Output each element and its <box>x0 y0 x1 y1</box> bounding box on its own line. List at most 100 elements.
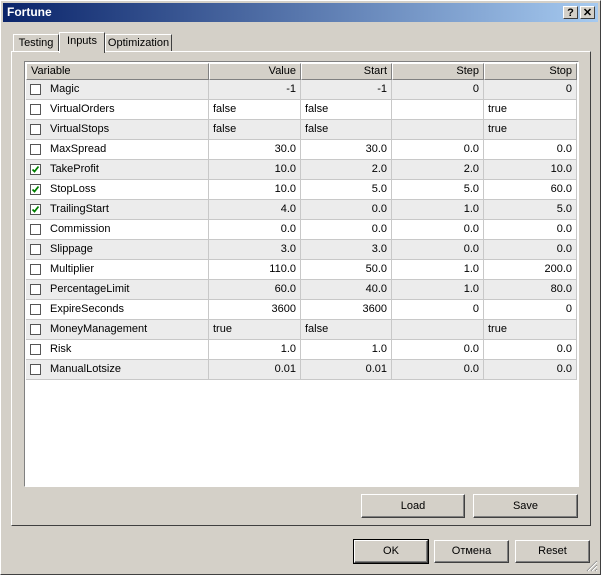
table-row[interactable]: TrailingStart 4.0 0.0 1.0 5.0 <box>26 200 577 220</box>
stop-cell[interactable]: 0.0 <box>484 140 577 160</box>
row-checkbox[interactable] <box>30 264 41 275</box>
value-cell[interactable]: true <box>209 320 301 340</box>
cancel-button[interactable]: Отмена <box>434 540 509 563</box>
table-row[interactable]: VirtualOrders false false true <box>26 100 577 120</box>
step-cell[interactable] <box>392 100 484 120</box>
step-cell[interactable]: 1.0 <box>392 200 484 220</box>
step-cell[interactable]: 5.0 <box>392 180 484 200</box>
step-cell[interactable] <box>392 120 484 140</box>
variable-cell[interactable]: Slippage <box>26 240 209 260</box>
variable-cell[interactable]: Commission <box>26 220 209 240</box>
step-cell[interactable]: 0.0 <box>392 240 484 260</box>
table-row[interactable]: MoneyManagement true false true <box>26 320 577 340</box>
value-cell[interactable]: -1 <box>209 80 301 100</box>
header-step[interactable]: Step <box>392 63 484 80</box>
value-cell[interactable]: 60.0 <box>209 280 301 300</box>
step-cell[interactable]: 1.0 <box>392 280 484 300</box>
row-checkbox[interactable] <box>30 184 41 195</box>
step-cell[interactable]: 2.0 <box>392 160 484 180</box>
table-row[interactable]: Risk 1.0 1.0 0.0 0.0 <box>26 340 577 360</box>
stop-cell[interactable]: true <box>484 320 577 340</box>
step-cell[interactable] <box>392 320 484 340</box>
start-cell[interactable]: 40.0 <box>301 280 392 300</box>
table-row[interactable]: PercentageLimit 60.0 40.0 1.0 80.0 <box>26 280 577 300</box>
reset-button[interactable]: Reset <box>515 540 590 563</box>
step-cell[interactable]: 0.0 <box>392 340 484 360</box>
table-row[interactable]: MaxSpread 30.0 30.0 0.0 0.0 <box>26 140 577 160</box>
value-cell[interactable]: 0.0 <box>209 220 301 240</box>
start-cell[interactable]: false <box>301 100 392 120</box>
start-cell[interactable]: 50.0 <box>301 260 392 280</box>
start-cell[interactable]: 5.0 <box>301 180 392 200</box>
variable-cell[interactable]: Risk <box>26 340 209 360</box>
save-button[interactable]: Save <box>473 494 578 518</box>
stop-cell[interactable]: 0.0 <box>484 360 577 380</box>
row-checkbox[interactable] <box>30 284 41 295</box>
stop-cell[interactable]: 200.0 <box>484 260 577 280</box>
stop-cell[interactable]: 60.0 <box>484 180 577 200</box>
row-checkbox[interactable] <box>30 364 41 375</box>
start-cell[interactable]: -1 <box>301 80 392 100</box>
variable-cell[interactable]: MoneyManagement <box>26 320 209 340</box>
table-row[interactable]: Magic -1 -1 0 0 <box>26 80 577 100</box>
stop-cell[interactable]: 5.0 <box>484 200 577 220</box>
table-row[interactable]: StopLoss 10.0 5.0 5.0 60.0 <box>26 180 577 200</box>
step-cell[interactable]: 0 <box>392 80 484 100</box>
resize-grip-icon[interactable] <box>586 560 598 572</box>
stop-cell[interactable]: 80.0 <box>484 280 577 300</box>
inputs-table[interactable]: Variable Value Start Step Stop Magic -1 -1… <box>24 61 579 487</box>
variable-cell[interactable]: Multiplier <box>26 260 209 280</box>
load-button[interactable]: Load <box>361 494 465 518</box>
start-cell[interactable]: 0.0 <box>301 200 392 220</box>
value-cell[interactable]: 10.0 <box>209 180 301 200</box>
tab-optimization[interactable]: Optimization <box>105 34 172 51</box>
start-cell[interactable]: false <box>301 120 392 140</box>
variable-cell[interactable]: PercentageLimit <box>26 280 209 300</box>
table-row[interactable]: Commission 0.0 0.0 0.0 0.0 <box>26 220 577 240</box>
value-cell[interactable]: 1.0 <box>209 340 301 360</box>
variable-cell[interactable]: VirtualOrders <box>26 100 209 120</box>
stop-cell[interactable]: 10.0 <box>484 160 577 180</box>
value-cell[interactable]: false <box>209 120 301 140</box>
step-cell[interactable]: 0 <box>392 300 484 320</box>
value-cell[interactable]: 0.01 <box>209 360 301 380</box>
row-checkbox[interactable] <box>30 324 41 335</box>
row-checkbox[interactable] <box>30 124 41 135</box>
stop-cell[interactable]: 0.0 <box>484 340 577 360</box>
variable-cell[interactable]: Magic <box>26 80 209 100</box>
table-row[interactable]: ExpireSeconds 3600 3600 0 0 <box>26 300 577 320</box>
row-checkbox[interactable] <box>30 204 41 215</box>
step-cell[interactable]: 0.0 <box>392 140 484 160</box>
header-variable[interactable]: Variable <box>26 63 209 80</box>
help-button[interactable]: ? <box>563 6 578 19</box>
start-cell[interactable]: 0.01 <box>301 360 392 380</box>
tab-testing[interactable]: Testing <box>13 34 59 51</box>
table-row[interactable]: TakeProfit 10.0 2.0 2.0 10.0 <box>26 160 577 180</box>
title-bar[interactable]: Fortune ? ✕ <box>3 3 598 22</box>
variable-cell[interactable]: ExpireSeconds <box>26 300 209 320</box>
value-cell[interactable]: 10.0 <box>209 160 301 180</box>
value-cell[interactable]: 3600 <box>209 300 301 320</box>
row-checkbox[interactable] <box>30 244 41 255</box>
step-cell[interactable]: 0.0 <box>392 360 484 380</box>
start-cell[interactable]: 1.0 <box>301 340 392 360</box>
table-row[interactable]: VirtualStops false false true <box>26 120 577 140</box>
row-checkbox[interactable] <box>30 104 41 115</box>
variable-cell[interactable]: TakeProfit <box>26 160 209 180</box>
stop-cell[interactable]: 0 <box>484 80 577 100</box>
row-checkbox[interactable] <box>30 144 41 155</box>
header-start[interactable]: Start <box>301 63 392 80</box>
stop-cell[interactable]: 0.0 <box>484 240 577 260</box>
stop-cell[interactable]: 0 <box>484 300 577 320</box>
start-cell[interactable]: 3.0 <box>301 240 392 260</box>
start-cell[interactable]: 30.0 <box>301 140 392 160</box>
row-checkbox[interactable] <box>30 224 41 235</box>
table-row[interactable]: Multiplier 110.0 50.0 1.0 200.0 <box>26 260 577 280</box>
header-value[interactable]: Value <box>209 63 301 80</box>
start-cell[interactable]: 2.0 <box>301 160 392 180</box>
close-button[interactable]: ✕ <box>580 6 595 19</box>
row-checkbox[interactable] <box>30 164 41 175</box>
tab-inputs[interactable]: Inputs <box>59 32 105 53</box>
variable-cell[interactable]: ManualLotsize <box>26 360 209 380</box>
header-stop[interactable]: Stop <box>484 63 577 80</box>
